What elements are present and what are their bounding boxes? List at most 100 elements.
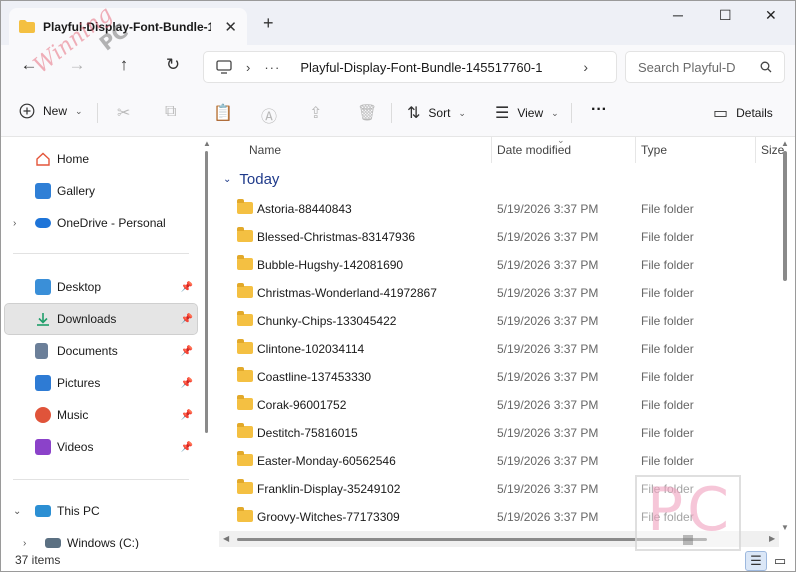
drive-icon bbox=[45, 538, 61, 548]
sidebar-scroll-up-icon[interactable]: ▲ bbox=[203, 139, 211, 148]
delete-button[interactable]: 🗑 bbox=[357, 103, 385, 123]
pin-icon[interactable]: 📌 bbox=[181, 442, 193, 453]
pictures-icon bbox=[35, 375, 51, 391]
address-bar[interactable]: › ··· Playful-Display-Font-Bundle-145517… bbox=[203, 51, 617, 83]
rename-button[interactable]: Ⓐ bbox=[261, 103, 285, 127]
column-divider[interactable] bbox=[635, 137, 636, 163]
close-window-button[interactable]: ✕ bbox=[765, 7, 777, 24]
scroll-right-icon[interactable]: ▶ bbox=[769, 534, 775, 543]
file-type: File folder bbox=[641, 258, 694, 272]
folder-icon bbox=[237, 227, 253, 242]
scroll-up-icon[interactable]: ▲ bbox=[781, 139, 789, 148]
breadcrumb-overflow[interactable]: ··· bbox=[264, 60, 280, 75]
sidebar-scrollbar[interactable] bbox=[205, 151, 208, 433]
column-divider[interactable] bbox=[755, 137, 756, 163]
sidebar-item-label: Documents bbox=[57, 344, 118, 358]
new-button[interactable]: New ⌄ bbox=[19, 103, 83, 119]
maximize-button[interactable]: ☐ bbox=[719, 7, 732, 24]
column-header-name[interactable]: Name bbox=[249, 143, 281, 157]
sidebar-item-home[interactable]: Home bbox=[5, 144, 197, 174]
pin-icon[interactable]: 📌 bbox=[181, 410, 193, 421]
chevron-right-icon[interactable]: › bbox=[13, 218, 16, 229]
sidebar-item-videos[interactable]: Videos 📌 bbox=[5, 432, 197, 462]
breadcrumb-separator[interactable]: › bbox=[246, 60, 250, 75]
up-button[interactable]: ↑ bbox=[112, 55, 136, 75]
scroll-down-icon[interactable]: ▼ bbox=[781, 523, 789, 532]
toolbar-divider bbox=[391, 103, 392, 123]
pin-icon[interactable]: 📌 bbox=[181, 378, 193, 389]
file-type: File folder bbox=[641, 370, 694, 384]
table-row[interactable]: Chunky-Chips-133045422 5/19/2026 3:37 PM F… bbox=[215, 307, 775, 335]
sidebar-divider bbox=[13, 479, 189, 480]
chevron-right-icon[interactable]: › bbox=[583, 59, 588, 75]
copy-button[interactable]: ⧉ bbox=[165, 103, 184, 121]
view-button[interactable]: ☰ View ⌄ bbox=[495, 103, 559, 123]
table-row[interactable]: Astoria-88440843 5/19/2026 3:37 PM File fo… bbox=[215, 195, 775, 223]
command-bar: New ⌄ ✂ ⧉ 📋 Ⓐ ⇪ 🗑 ⇅ Sort ⌄ ☰ View ⌄ ··· … bbox=[1, 89, 795, 137]
column-divider[interactable] bbox=[491, 137, 492, 163]
table-row[interactable]: Christmas-Wonderland-41972867 5/19/2026 3… bbox=[215, 279, 775, 307]
sort-button[interactable]: ⇅ Sort ⌄ bbox=[407, 103, 466, 123]
table-row[interactable]: Corak-96001752 5/19/2026 3:37 PM File fold… bbox=[215, 391, 775, 419]
sidebar-item-label: OneDrive - Personal bbox=[57, 216, 166, 230]
pin-icon[interactable]: 📌 bbox=[181, 346, 193, 357]
share-icon: ⇪ bbox=[309, 105, 323, 122]
sidebar-item-desktop[interactable]: Desktop 📌 bbox=[5, 272, 197, 302]
more-options-button[interactable]: ··· bbox=[591, 101, 607, 119]
file-date-modified: 5/19/2026 3:37 PM bbox=[497, 482, 599, 496]
cut-button[interactable]: ✂ bbox=[117, 103, 138, 123]
file-date-modified: 5/19/2026 3:37 PM bbox=[497, 202, 599, 216]
scroll-left-icon[interactable]: ◀ bbox=[223, 534, 229, 543]
sidebar-item-downloads[interactable]: Downloads 📌 bbox=[4, 303, 198, 335]
sidebar-item-music[interactable]: Music 📌 bbox=[5, 400, 197, 430]
table-row[interactable]: Coastline-137453330 5/19/2026 3:37 PM File… bbox=[215, 363, 775, 391]
folder-icon bbox=[237, 367, 253, 382]
details-pane-icon: ▭ bbox=[713, 105, 729, 122]
search-input[interactable]: Search Playful-D bbox=[625, 51, 785, 83]
computer-icon bbox=[35, 505, 51, 517]
refresh-button[interactable]: ↻ bbox=[161, 55, 185, 75]
folder-icon bbox=[237, 507, 253, 522]
column-header-type[interactable]: Type bbox=[641, 143, 667, 157]
chevron-right-icon[interactable]: › bbox=[23, 538, 26, 549]
table-row[interactable]: Destitch-75816015 5/19/2026 3:37 PM File f… bbox=[215, 419, 775, 447]
item-count: 37 items bbox=[15, 553, 61, 567]
home-icon bbox=[35, 151, 51, 167]
folder-icon bbox=[237, 423, 253, 438]
sidebar-item-onedrive[interactable]: › OneDrive - Personal bbox=[5, 208, 197, 238]
folder-icon bbox=[237, 283, 253, 298]
chevron-down-icon[interactable]: ⌄ bbox=[13, 506, 21, 517]
table-row[interactable]: Easter-Monday-60562546 5/19/2026 3:37 PM F… bbox=[215, 447, 775, 475]
minimize-button[interactable]: ─ bbox=[673, 7, 683, 23]
group-header-today[interactable]: ⌄ Today bbox=[223, 171, 279, 188]
new-tab-button[interactable]: + bbox=[263, 13, 274, 34]
sidebar-item-documents[interactable]: Documents 📌 bbox=[5, 336, 197, 366]
watermark-logo-dot bbox=[683, 535, 693, 545]
sidebar-item-label: Videos bbox=[57, 440, 94, 454]
pin-icon[interactable]: 📌 bbox=[181, 282, 193, 293]
sidebar-item-pictures[interactable]: Pictures 📌 bbox=[5, 368, 197, 398]
table-row[interactable]: Bubble-Hugshy-142081690 5/19/2026 3:37 PM… bbox=[215, 251, 775, 279]
sidebar-item-label: Windows (C:) bbox=[67, 536, 140, 550]
share-button[interactable]: ⇪ bbox=[309, 103, 330, 123]
chevron-down-icon: ⌄ bbox=[458, 107, 466, 118]
details-button[interactable]: ▭ Details bbox=[713, 103, 773, 123]
tiles-view-button[interactable]: ▭ bbox=[769, 551, 791, 571]
breadcrumb-current-folder[interactable]: Playful-Display-Font-Bundle-145517760-1 bbox=[300, 60, 542, 75]
file-date-modified: 5/19/2026 3:37 PM bbox=[497, 342, 599, 356]
close-tab-icon[interactable]: ✕ bbox=[224, 18, 237, 36]
paste-button[interactable]: 📋 bbox=[213, 103, 241, 123]
music-icon bbox=[35, 407, 51, 423]
sidebar-item-this-pc[interactable]: ⌄ This PC bbox=[5, 496, 197, 526]
navigation-pane: Home Gallery › OneDrive - Personal Deskt… bbox=[1, 137, 201, 550]
vertical-scrollbar[interactable] bbox=[783, 151, 787, 281]
pin-icon[interactable]: 📌 bbox=[181, 314, 193, 325]
details-view-button[interactable]: ☰ bbox=[745, 551, 767, 571]
folder-icon bbox=[237, 339, 253, 354]
file-name: Bubble-Hugshy-142081690 bbox=[257, 258, 404, 272]
table-row[interactable]: Clintone-102034114 5/19/2026 3:37 PM File … bbox=[215, 335, 775, 363]
sidebar-item-gallery[interactable]: Gallery bbox=[5, 176, 197, 206]
table-row[interactable]: Blessed-Christmas-83147936 5/19/2026 3:37… bbox=[215, 223, 775, 251]
folder-icon bbox=[19, 20, 35, 33]
sidebar-item-label: Gallery bbox=[57, 184, 96, 198]
